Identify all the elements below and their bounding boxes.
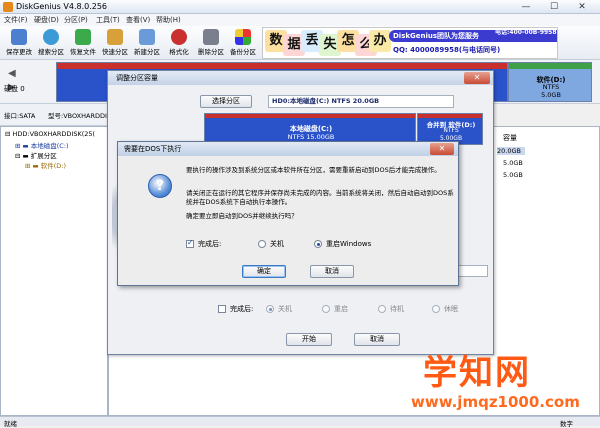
new-partition-icon xyxy=(139,29,155,45)
ad-banner[interactable]: 数 据 丢 失 怎 么 办 DiskGenius团队为您服务 电话:400-00… xyxy=(262,27,558,59)
disk-model: 型号:VBOXHARDDISK xyxy=(48,112,116,120)
watermark-logo: 学知网 www.jmqz1000.com xyxy=(407,345,597,415)
close-icon[interactable]: ✕ xyxy=(464,72,490,84)
after-complete-checkbox[interactable] xyxy=(218,305,226,313)
tree-item-extended[interactable]: ⊟ ▬ 扩展分区 xyxy=(15,150,57,160)
minimize-button[interactable]: — xyxy=(516,1,536,13)
tree-item-d[interactable]: ⊞ ▬ 软件(D:) xyxy=(25,160,66,170)
dos-message-3: 确定要立即启动到DOS并继续执行吗？ xyxy=(186,212,298,220)
save-button[interactable]: 保存更改 xyxy=(4,26,34,60)
list-value[interactable]: 5.0GB xyxy=(503,159,523,167)
menu-view[interactable]: 查看(V) xyxy=(126,15,150,25)
tree-disk[interactable]: ⊟ HDD:VBOXHARDDISK(25( xyxy=(5,130,95,138)
delete-partition-button[interactable]: 删除分区 xyxy=(196,26,226,60)
maximize-button[interactable]: ☐ xyxy=(544,1,564,13)
disk-info-bar: 接口:SATA 型号:VBOXHARDDISK xyxy=(0,104,115,126)
list-value[interactable]: 5.0GB xyxy=(503,171,523,179)
radio-hibernate[interactable] xyxy=(432,305,440,313)
ad-qq: QQ: 4000089958(与电话同号) xyxy=(393,46,501,54)
radio-standby[interactable] xyxy=(378,305,386,313)
dos-radio-reboot[interactable] xyxy=(314,240,322,248)
recover-files-button[interactable]: 恢复文件 xyxy=(68,26,98,60)
menu-tools[interactable]: 工具(T) xyxy=(96,15,120,25)
after-complete-label: 完成后: xyxy=(230,305,254,313)
radio-restart[interactable] xyxy=(322,305,330,313)
watermark-title: 学知网 xyxy=(423,353,531,393)
partition-d-bar[interactable]: 软件(D:) NTFS 5.0GB xyxy=(508,62,592,102)
ad-char: 办 xyxy=(369,30,391,52)
quick-partition-icon xyxy=(107,29,123,45)
disk-label: 硬盘 0 xyxy=(4,85,25,93)
tree-item-c[interactable]: ⊞ ▬ 本地磁盘(C:) xyxy=(15,140,69,150)
menu-help[interactable]: 帮助(H) xyxy=(156,15,181,25)
dos-dialog-title: 需要在DOS下执行 xyxy=(124,145,182,153)
list-header-capacity: 容量 xyxy=(503,134,517,142)
title-bar: DiskGenius V4.8.0.256 — ☐ ✕ xyxy=(0,0,600,14)
dos-after-checkbox[interactable]: ✓ xyxy=(186,238,194,248)
recover-icon xyxy=(75,29,91,45)
menu-file[interactable]: 文件(F) xyxy=(4,15,28,25)
watermark-url: www.jmqz1000.com xyxy=(411,393,580,411)
dialog-title-bar: 调整分区容量 xyxy=(108,71,493,85)
backup-icon xyxy=(235,29,251,45)
status-bar: 就绪 数字 xyxy=(0,416,600,428)
format-icon xyxy=(171,29,187,45)
radio-shutdown-label: 关机 xyxy=(278,305,292,313)
dos-message-1: 要执行的操作涉及到系统分区或本软件所在分区，需要重新启动到DOS后才能完成操作。 xyxy=(186,166,441,174)
window-title: DiskGenius V4.8.0.256 xyxy=(16,2,108,11)
quick-partition-button[interactable]: 快速分区 xyxy=(100,26,130,60)
new-partition-button[interactable]: 新建分区 xyxy=(132,26,162,60)
dos-confirm-dialog: 需要在DOS下执行 ✕ ? 要执行的操作涉及到系统分区或本软件所在分区，需要重新… xyxy=(117,141,459,286)
nav-prev-icon[interactable]: ◀ xyxy=(8,68,16,79)
status-text: 就绪 xyxy=(4,420,17,428)
backup-partition-button[interactable]: 备份分区 xyxy=(228,26,258,60)
select-partition-button[interactable]: 选择分区 xyxy=(200,95,252,108)
disk-tree: ⊟ HDD:VBOXHARDDISK(25( ⊞ ▬ 本地磁盘(C:) ⊟ ▬ … xyxy=(0,126,108,416)
ok-button[interactable]: 确定 xyxy=(242,265,286,278)
disk-interface: 接口:SATA xyxy=(4,112,36,120)
dos-after-label: 完成后: xyxy=(198,240,222,248)
strip-part-size: 5.0GB xyxy=(541,91,561,99)
search-icon xyxy=(43,29,59,45)
close-icon[interactable]: ✕ xyxy=(430,143,454,155)
dos-radio-shutdown[interactable] xyxy=(258,240,266,248)
list-value[interactable]: 20.0GB xyxy=(497,147,525,155)
resize-cancel-button[interactable]: 取消 xyxy=(354,333,400,346)
dialog-title: 调整分区容量 xyxy=(116,74,158,82)
dos-title-bar: 需要在DOS下执行 xyxy=(118,142,458,156)
menu-bar: 文件(F) 硬盘(D) 分区(P) 工具(T) 查看(V) 帮助(H) xyxy=(0,14,600,26)
radio-shutdown[interactable] xyxy=(266,305,274,313)
close-button[interactable]: ✕ xyxy=(572,1,592,13)
ad-phone: 电话:400-00B-9958 xyxy=(495,29,557,36)
save-icon xyxy=(11,29,27,45)
dos-radio-reboot-label: 重启Windows xyxy=(326,240,372,248)
delete-icon xyxy=(203,29,219,45)
start-button[interactable]: 开始 xyxy=(286,333,332,346)
dos-radio-shutdown-label: 关机 xyxy=(270,240,284,248)
radio-hibernate-label: 休眠 xyxy=(444,305,458,313)
dos-cancel-button[interactable]: 取消 xyxy=(310,265,354,278)
menu-disk[interactable]: 硬盘(D) xyxy=(34,15,59,25)
radio-standby-label: 待机 xyxy=(390,305,404,313)
app-icon xyxy=(3,2,13,12)
status-numlock: 数字 xyxy=(560,420,573,428)
dos-message-2: 请关闭正在运行的其它程序并保存尚未完成的内容。当前系统将关闭，然后自动启动到DO… xyxy=(186,189,454,206)
partition-info: HD0:本地磁盘(C:) NTFS 20.0GB xyxy=(268,95,454,108)
search-partition-button[interactable]: 搜索分区 xyxy=(36,26,66,60)
menu-partition[interactable]: 分区(P) xyxy=(64,15,88,25)
question-icon: ? xyxy=(148,174,172,198)
format-button[interactable]: 格式化 xyxy=(164,26,194,60)
strip-part-fs: NTFS xyxy=(542,83,560,91)
radio-restart-label: 重启 xyxy=(334,305,348,313)
